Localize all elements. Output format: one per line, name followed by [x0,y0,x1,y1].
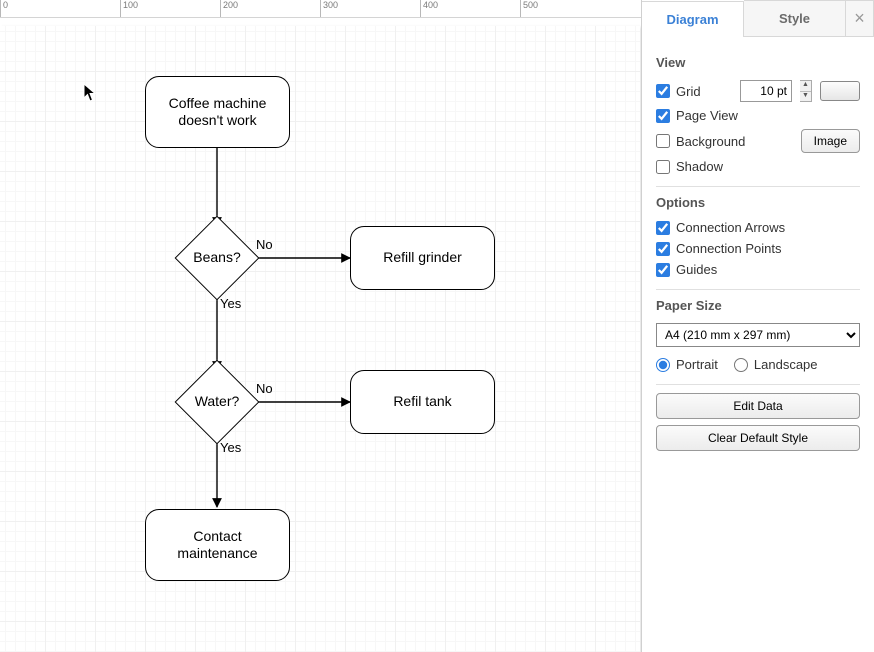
ruler-mark: 200 [220,0,238,18]
paper-size-select[interactable]: A4 (210 mm x 297 mm) [656,323,860,347]
shadow-checkbox[interactable]: Shadow [656,159,723,174]
conn-arrows-checkbox[interactable]: Connection Arrows [656,220,785,235]
refill-tank-label: Refil tank [393,393,451,411]
background-checkbox-input[interactable] [656,134,670,148]
landscape-radio-input[interactable] [734,358,748,372]
conn-points-checkbox[interactable]: Connection Points [656,241,782,256]
conn-arrows-label: Connection Arrows [676,220,785,235]
tab-diagram[interactable]: Diagram [642,1,744,37]
background-image-button[interactable]: Image [801,129,860,153]
refill-grinder-label: Refill grinder [383,249,462,267]
conn-points-label: Connection Points [676,241,782,256]
format-panel: Diagram Style × View Grid ▲ ▼ [642,0,874,652]
node-refill-tank[interactable]: Refil tank [350,370,495,434]
grid-size-stepper[interactable]: ▲ ▼ [800,80,812,102]
conn-arrows-checkbox-input[interactable] [656,221,670,235]
background-checkbox[interactable]: Background [656,134,745,149]
water-no-label: No [256,381,273,396]
ruler-mark: 100 [120,0,138,18]
pageview-label: Page View [676,108,738,123]
background-label: Background [676,134,745,149]
connectors [0,26,640,652]
tab-style[interactable]: Style [744,0,846,36]
conn-points-checkbox-input[interactable] [656,242,670,256]
cursor-icon [83,83,97,103]
grid-checkbox[interactable]: Grid [656,84,701,99]
guides-checkbox-input[interactable] [656,263,670,277]
landscape-label: Landscape [754,357,818,372]
water-yes-label: Yes [220,440,241,455]
chevron-up-icon: ▲ [800,81,811,92]
landscape-radio[interactable]: Landscape [734,357,818,372]
node-start-line1: Coffee machine [169,95,267,113]
shadow-checkbox-input[interactable] [656,160,670,174]
node-water-decision[interactable]: Water? [187,372,247,432]
grid-color-swatch[interactable] [820,81,860,101]
portrait-radio[interactable]: Portrait [656,357,718,372]
page[interactable]: Coffee machine doesn't work Beans? No Ye… [0,26,640,652]
water-label: Water? [195,393,240,411]
portrait-label: Portrait [676,357,718,372]
options-section-title: Options [656,195,860,210]
view-section-title: View [656,55,860,70]
edit-data-button[interactable]: Edit Data [656,393,860,419]
beans-yes-label: Yes [220,296,241,311]
grid-checkbox-input[interactable] [656,84,670,98]
shadow-label: Shadow [676,159,723,174]
node-beans-decision[interactable]: Beans? [187,228,247,288]
portrait-radio-input[interactable] [656,358,670,372]
guides-label: Guides [676,262,717,277]
node-refill-grinder[interactable]: Refill grinder [350,226,495,290]
ruler-horizontal: 0 100 200 300 400 500 [0,0,641,18]
ruler-mark: 0 [0,0,8,18]
grid-label: Grid [676,84,701,99]
grid-size-input[interactable] [740,80,792,102]
node-contact-maintenance[interactable]: Contact maintenance [145,509,290,581]
canvas-area[interactable]: 0 100 200 300 400 500 [0,0,642,652]
ruler-mark: 300 [320,0,338,18]
clear-default-style-button[interactable]: Clear Default Style [656,425,860,451]
ruler-mark: 400 [420,0,438,18]
ruler-mark: 500 [520,0,538,18]
beans-label: Beans? [193,249,240,267]
pageview-checkbox-input[interactable] [656,109,670,123]
guides-checkbox[interactable]: Guides [656,262,717,277]
contact-label: Contact maintenance [152,528,283,563]
node-start-line2: doesn't work [169,112,267,130]
close-panel-button[interactable]: × [846,0,874,36]
chevron-down-icon: ▼ [800,92,811,102]
node-start[interactable]: Coffee machine doesn't work [145,76,290,148]
pageview-checkbox[interactable]: Page View [656,108,738,123]
beans-no-label: No [256,237,273,252]
close-icon: × [854,8,865,29]
paper-section-title: Paper Size [656,298,860,313]
